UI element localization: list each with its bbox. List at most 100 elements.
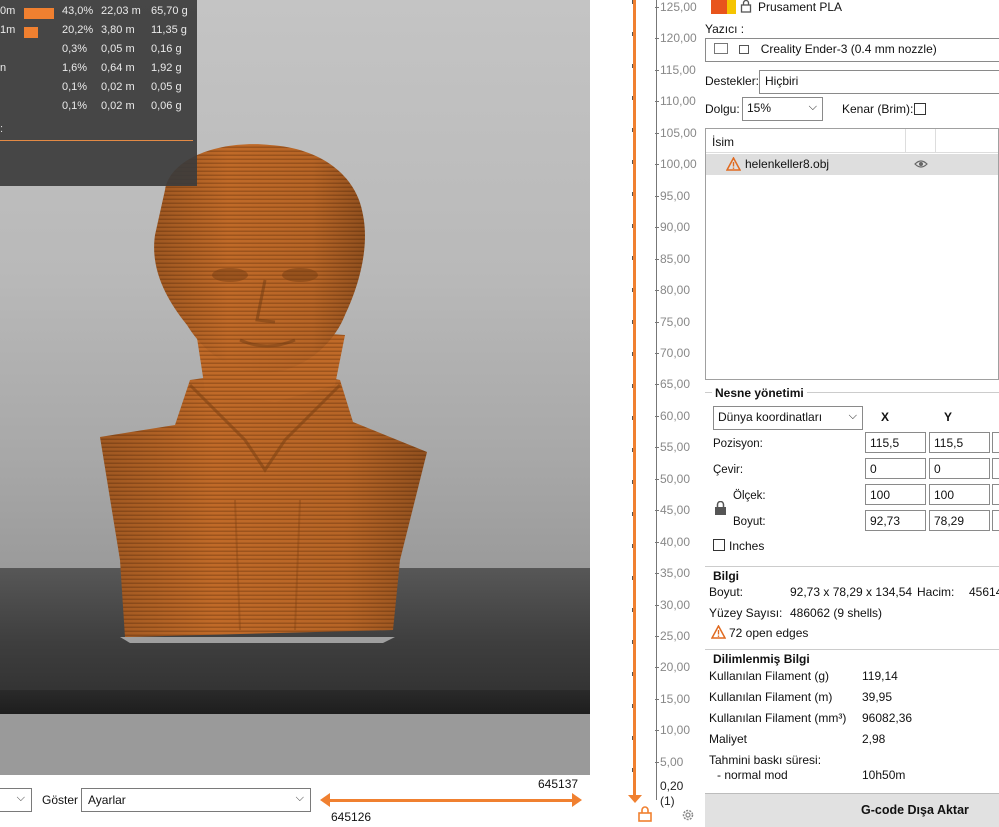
viewport-floor xyxy=(0,714,590,775)
print-mode-label: - normal mod xyxy=(717,768,788,782)
stat-percent: 0,1% xyxy=(62,100,88,112)
slider-height-label: 45,00 xyxy=(654,503,691,518)
stats-row: 0,3% 0,05 m 0,16 g xyxy=(0,43,197,62)
stat-percent: 1,6% xyxy=(62,62,88,74)
stats-row: n 1,6% 0,64 m 1,92 g xyxy=(0,62,197,81)
stat-percent: 0,1% xyxy=(62,81,88,93)
slider-height-label: 55,00 xyxy=(654,440,691,455)
column-y-label: Y xyxy=(944,410,953,424)
show-combo[interactable]: Ayarlar ⌵ xyxy=(81,788,311,812)
slider-right-handle[interactable] xyxy=(572,793,582,807)
object-list-header: İsim xyxy=(706,129,998,153)
stat-grams: 0,06 g xyxy=(151,100,182,112)
scale-label: Ölçek: xyxy=(733,490,766,502)
rotate-x-input[interactable]: 0 xyxy=(865,458,926,479)
stat-grams: 0,16 g xyxy=(151,43,182,55)
lock-icon[interactable] xyxy=(638,806,652,822)
stats-trailing-text: : xyxy=(0,123,4,135)
stat-meters: 22,03 m xyxy=(101,5,141,17)
print-bed-edge xyxy=(0,690,590,714)
stats-divider xyxy=(0,140,193,141)
slider-height-label: 15,00 xyxy=(654,691,691,706)
supports-combo[interactable]: Hiçbiri xyxy=(759,70,999,94)
3d-viewport[interactable]: 0m 43,0% 22,03 m 65,70 g 1m 20,2% 3,80 m 11,35 … xyxy=(0,0,590,775)
sliced-info-label: Kullanılan Filament (m) xyxy=(709,690,833,704)
brim-checkbox[interactable] xyxy=(914,103,926,115)
info-size-label: Boyut: xyxy=(709,585,744,599)
horizontal-layer-slider[interactable] xyxy=(320,793,582,807)
filament-name[interactable]: Prusament PLA xyxy=(758,0,842,14)
slider-layer-count: (1) xyxy=(660,794,675,808)
slider-height-label: 25,00 xyxy=(654,629,691,643)
filament-color-swatch[interactable] xyxy=(711,0,727,14)
stat-meters: 0,02 m xyxy=(101,81,135,93)
inches-checkbox[interactable] xyxy=(713,539,725,551)
view-type-combo[interactable]: ⌵ xyxy=(0,788,32,812)
position-z-input[interactable] xyxy=(992,432,999,453)
show-label: Göster xyxy=(42,793,79,807)
column-x-label: X xyxy=(881,410,890,424)
slider-lower-handle[interactable] xyxy=(628,795,642,803)
header-divider xyxy=(905,129,906,153)
infill-label: Dolgu: xyxy=(705,102,740,116)
stat-percent: 43,0% xyxy=(62,5,94,17)
printer-icon xyxy=(714,43,728,54)
lock-icon xyxy=(739,45,750,54)
chevron-down-icon: ⌵ xyxy=(808,101,817,113)
sliced-info-section: Dilimlenmiş Bilgi xyxy=(705,649,999,666)
slider-height-label: 105,00 xyxy=(655,125,697,140)
position-x-input[interactable]: 115,5 xyxy=(865,432,926,453)
scale-y-input[interactable]: 100 xyxy=(929,484,990,505)
supports-label: Destekler: xyxy=(705,74,760,88)
stat-meters: 0,05 m xyxy=(101,43,135,55)
vertical-slider-track[interactable] xyxy=(633,0,636,800)
size-y-input[interactable]: 78,29 xyxy=(929,510,990,531)
slider-height-label: 20,00 xyxy=(654,660,691,675)
column-name-header[interactable]: İsim xyxy=(712,135,734,149)
horizontal-slider-track xyxy=(326,799,576,802)
coordinate-mode-combo[interactable]: Dünya koordinatları ⌵ xyxy=(713,406,863,430)
slider-left-handle[interactable] xyxy=(320,793,330,807)
slider-height-label: 10,00 xyxy=(654,723,691,738)
rotate-y-input[interactable]: 0 xyxy=(929,458,990,479)
object-list-item[interactable]: helenkeller8.obj xyxy=(706,154,998,175)
printer-combo[interactable]: Creality Ender-3 (0.4 mm nozzle) xyxy=(705,38,999,62)
slider-height-label: 5,00 xyxy=(654,754,684,769)
scale-z-input[interactable] xyxy=(992,484,999,505)
gear-icon[interactable] xyxy=(681,808,695,822)
vertical-layer-slider[interactable]: 125,00 120,00 115,00 110,00 105,00 100,00 95,0… xyxy=(590,0,705,827)
sliced-info-title: Dilimlenmiş Bilgi xyxy=(710,652,813,666)
sliced-info-value: 2,98 xyxy=(862,732,886,746)
stats-row: 0m 43,0% 22,03 m 65,70 g xyxy=(0,5,197,24)
stats-row: 1m 20,2% 3,80 m 11,35 g xyxy=(0,24,197,43)
lock-icon[interactable] xyxy=(714,501,727,516)
stat-meters: 0,64 m xyxy=(101,62,135,74)
stat-grams: 65,70 g xyxy=(151,5,188,17)
stat-percent: 20,2% xyxy=(62,24,94,36)
size-x-input[interactable]: 92,73 xyxy=(865,510,926,531)
object-manipulation-section: Nesne yönetimi xyxy=(705,386,999,400)
eye-icon[interactable] xyxy=(914,158,928,170)
slider-height-label: 65,00 xyxy=(654,377,691,392)
info-section: Bilgi xyxy=(705,566,999,583)
stat-length: n xyxy=(0,62,7,74)
slider-height-label: 70,00 xyxy=(654,345,691,360)
slider-height-label: 75,00 xyxy=(654,314,691,329)
size-z-input[interactable] xyxy=(992,510,999,531)
object-list[interactable]: İsim helenkeller8.obj xyxy=(705,128,999,380)
scale-x-input[interactable]: 100 xyxy=(865,484,926,505)
size-label: Boyut: xyxy=(733,516,766,528)
sliced-bust-model[interactable] xyxy=(95,140,435,645)
sliced-info-label: Kullanılan Filament (g) xyxy=(709,669,830,683)
object-name: helenkeller8.obj xyxy=(745,157,830,171)
slider-height-label: 110,00 xyxy=(655,94,696,109)
supports-value: Hiçbiri xyxy=(765,74,799,88)
sidebar-panel: Prusament PLA Yazıcı : Creality Ender-3 … xyxy=(705,0,999,827)
slider-height-label: 85,00 xyxy=(654,251,691,266)
stat-grams: 0,05 g xyxy=(151,81,182,93)
position-y-input[interactable]: 115,5 xyxy=(929,432,990,453)
slider-height-label: 125,00 xyxy=(655,0,697,14)
rotate-z-input[interactable] xyxy=(992,458,999,479)
infill-combo[interactable]: 15% ⌵ xyxy=(742,97,823,121)
export-gcode-button[interactable]: G-code Dışa Aktar xyxy=(705,793,999,827)
